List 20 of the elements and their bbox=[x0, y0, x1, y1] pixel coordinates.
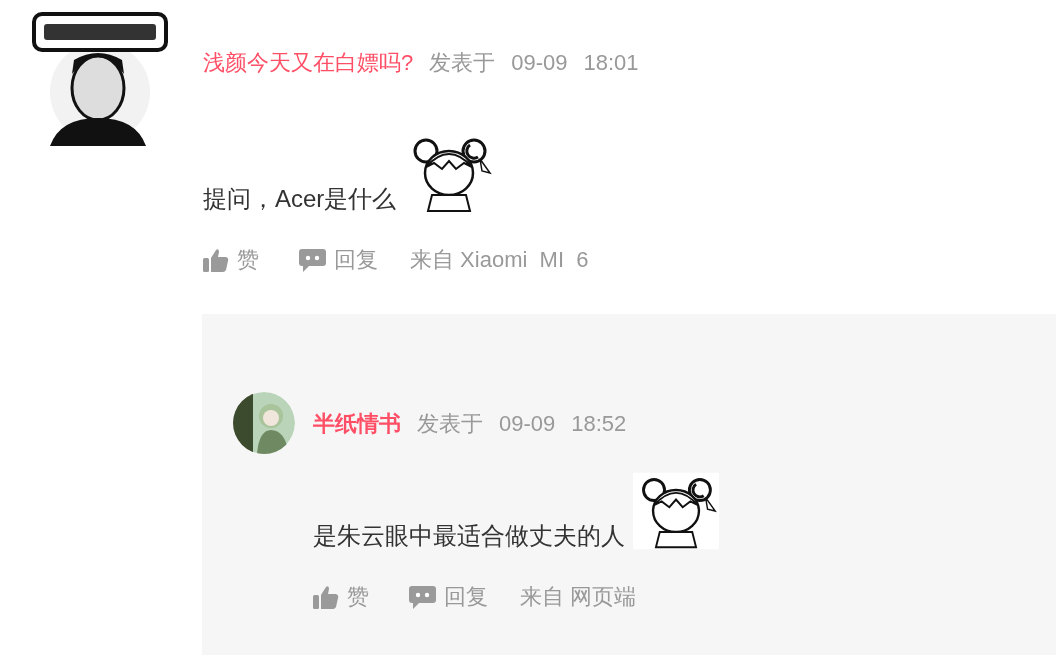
username-link[interactable]: 半纸情书 bbox=[313, 406, 401, 440]
posted-label: 发表于 bbox=[417, 409, 483, 438]
post-date: 09-09 bbox=[499, 409, 556, 438]
username-link[interactable]: 浅颜今天又在白嫖吗? bbox=[203, 46, 414, 79]
thumbs-up-icon bbox=[313, 584, 339, 609]
reply-button[interactable]: 回复 bbox=[409, 580, 488, 613]
reply-button[interactable]: 回复 bbox=[299, 243, 378, 276]
comment-icon bbox=[409, 584, 436, 609]
posted-label: 发表于 bbox=[429, 49, 496, 77]
thumbs-up-icon bbox=[203, 247, 229, 272]
post-date: 09-09 bbox=[511, 49, 568, 77]
comment-text: 提问，Acer是什么 bbox=[203, 184, 397, 214]
post-time: 18:01 bbox=[583, 49, 639, 77]
source-text: 来自 Xiaomi MI 6 bbox=[410, 246, 589, 274]
comment-icon bbox=[299, 247, 326, 272]
source-text: 来自 网页端 bbox=[520, 583, 637, 611]
like-button[interactable]: 赞 bbox=[313, 580, 369, 613]
like-button[interactable]: 赞 bbox=[203, 243, 259, 276]
post-time: 18:52 bbox=[571, 409, 627, 438]
reply-text: 是朱云眼中最适合做丈夫的人 bbox=[313, 521, 625, 551]
